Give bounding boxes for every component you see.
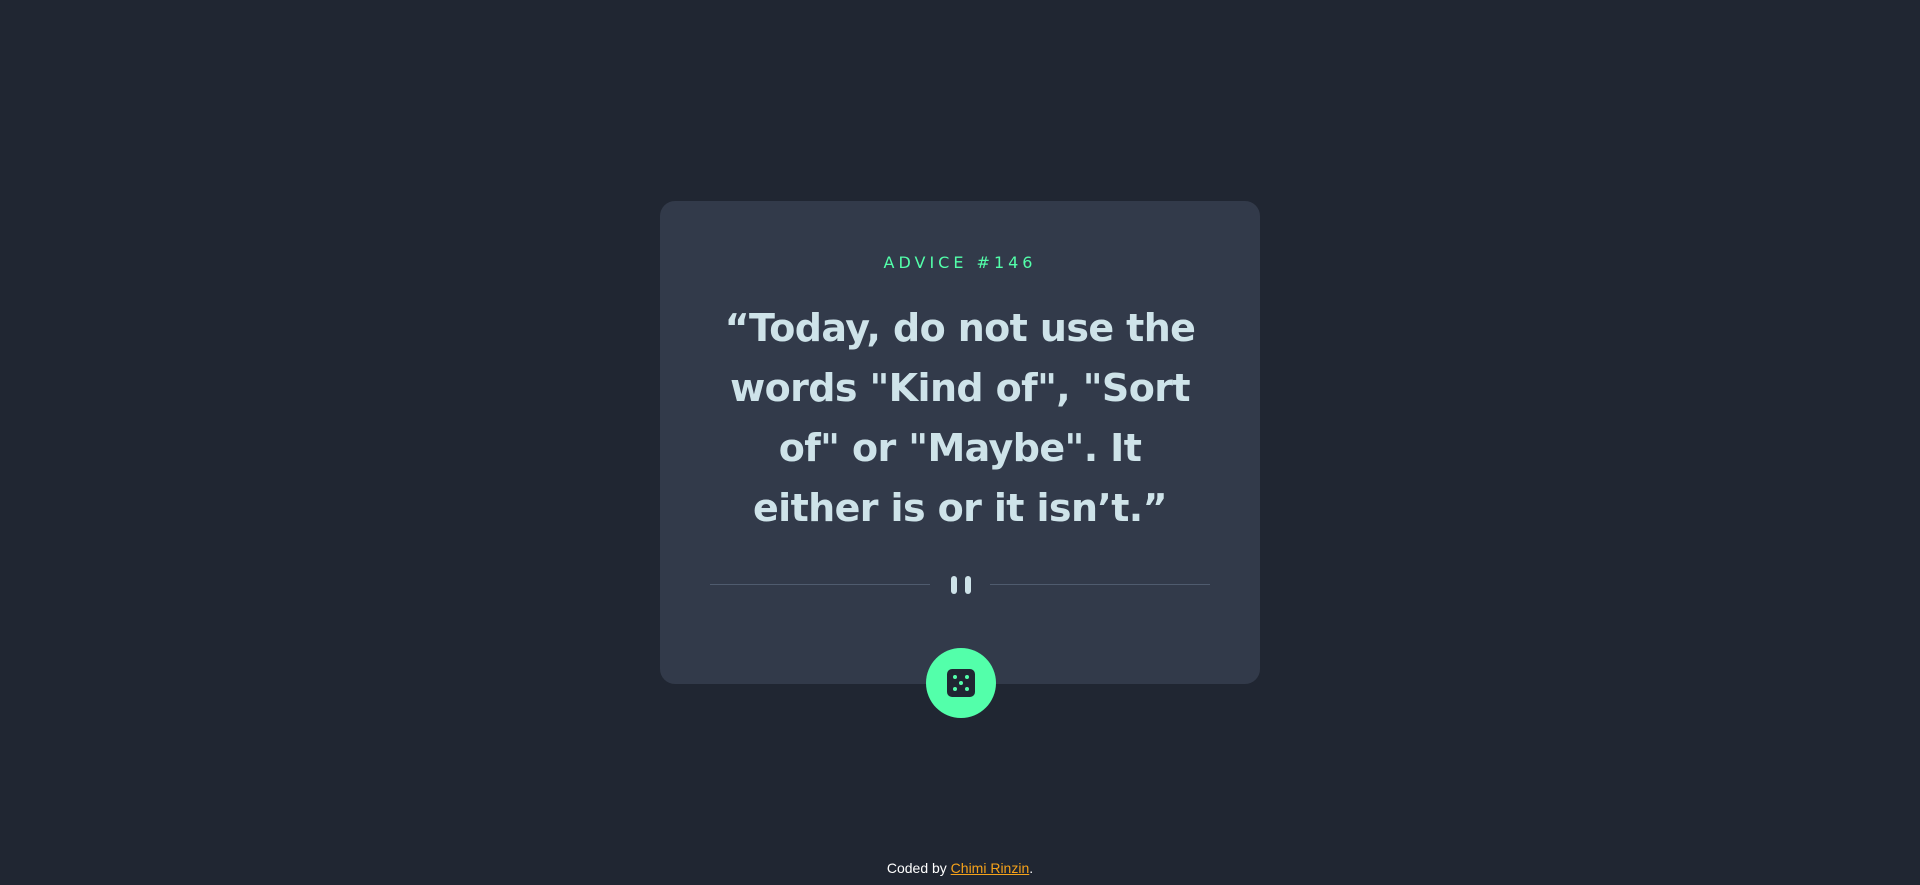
divider <box>710 572 1210 594</box>
divider-line-right <box>990 584 1210 585</box>
dice-icon <box>947 669 975 697</box>
author-link[interactable]: Chimi Rinzin <box>951 860 1030 876</box>
advice-quote: “Today, do not use the words "Kind of", … <box>724 306 1196 530</box>
attribution-prefix: Coded by <box>886 860 951 876</box>
new-advice-button[interactable] <box>926 648 996 718</box>
advice-id: ADVICE #146 <box>883 253 1037 272</box>
attribution-suffix: . <box>1029 860 1034 876</box>
divider-line-left <box>710 584 930 585</box>
attribution: Coded by Chimi Rinzin. <box>0 860 1920 876</box>
advice-card: ADVICE #146 “Today, do not use the words… <box>660 201 1260 684</box>
pause-icon <box>949 576 973 596</box>
